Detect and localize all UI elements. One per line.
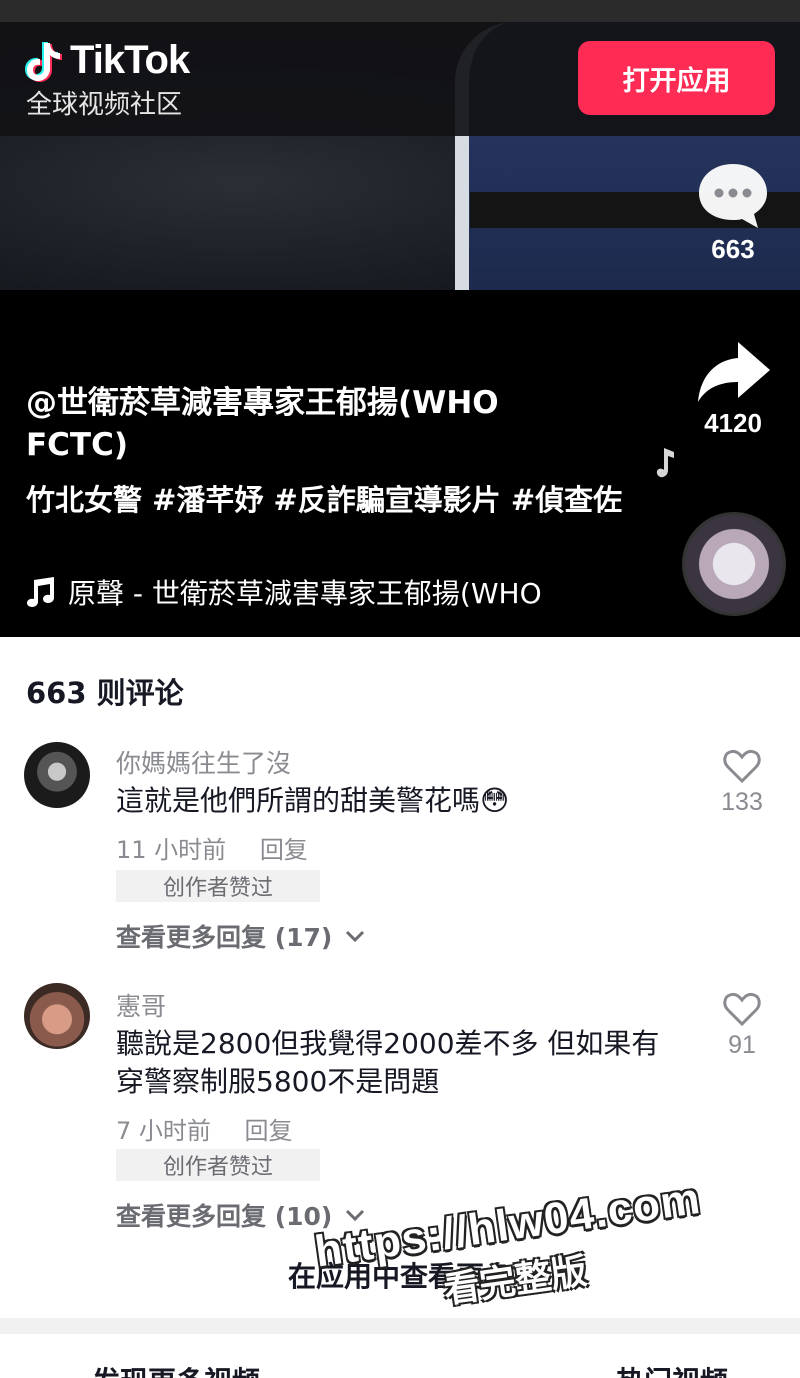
like-count: 91 <box>728 1031 756 1059</box>
heart-icon <box>723 749 761 784</box>
share-button[interactable]: 4120 <box>692 338 774 439</box>
tiktok-logo[interactable]: TikTok <box>24 38 190 83</box>
like-count: 133 <box>721 788 763 816</box>
music-icon <box>27 577 54 607</box>
avatar[interactable] <box>24 742 90 808</box>
comment-count: 663 <box>711 234 755 264</box>
bottom-section-tabs: 发现更多视频 热门视频 <box>0 1360 800 1378</box>
comment-username[interactable]: 你媽媽往生了沒 <box>116 744 291 780</box>
comment-text: 聽說是2800但我覺得2000差不多 但如果有穿警察制服5800不是問題 <box>116 1027 660 1098</box>
comment-time: 11 小时前 <box>116 836 227 864</box>
tiktok-note-icon <box>24 39 64 83</box>
creator-liked-badge: 创作者赞过 <box>116 1149 320 1181</box>
app-banner: TikTok 全球视频社区 打开应用 <box>0 22 800 136</box>
video-author[interactable]: @世衛菸草減害專家王郁揚(WHO FCTC) <box>26 382 586 466</box>
tagline: 全球视频社区 <box>26 90 183 120</box>
comment-text: 這就是他們所謂的甜美警花嗎😳 <box>116 784 510 817</box>
comment-icon <box>699 164 767 228</box>
comment-meta: 7 小时前 回复 <box>116 1111 319 1146</box>
creator-liked-badge: 创作者赞过 <box>116 870 320 902</box>
view-more-label: 查看更多回复 (10) <box>116 1202 333 1231</box>
open-app-button[interactable]: 打开应用 <box>578 41 775 115</box>
section-divider <box>0 1318 800 1334</box>
video-caption: 竹北女警 #潘芊妤 #反詐騙宣導影片 #偵查佐 <box>26 483 623 517</box>
comment-button[interactable]: 663 <box>694 160 772 265</box>
logo-text: TikTok <box>70 38 190 82</box>
like-button[interactable]: 91 <box>706 991 778 1060</box>
music-title: 原聲 - 世衛菸草減害專家王郁揚(WHO <box>68 577 542 610</box>
music-info[interactable]: 原聲 - 世衛菸草減害專家王郁揚(WHO <box>26 572 646 612</box>
view-more-replies[interactable]: 查看更多回复 (17) <box>116 918 366 954</box>
music-disc[interactable] <box>682 512 786 616</box>
chevron-down-icon <box>346 930 365 943</box>
tab-discover-more[interactable]: 发现更多视频 <box>92 1360 260 1378</box>
avatar[interactable] <box>24 983 90 1049</box>
share-icon <box>698 342 770 402</box>
reply-button[interactable]: 回复 <box>260 836 308 864</box>
view-more-label: 查看更多回复 (17) <box>116 923 333 952</box>
comment-time: 7 小时前 <box>116 1117 211 1145</box>
status-strip <box>0 0 800 22</box>
reply-button[interactable]: 回复 <box>245 1117 293 1145</box>
share-count: 4120 <box>704 408 762 438</box>
tab-hot-videos[interactable]: 热门视频 <box>616 1360 728 1378</box>
comment-meta: 11 小时前 回复 <box>116 830 334 865</box>
music-note-icon <box>656 448 674 478</box>
comments-count-header: 663 则评论 <box>26 676 184 710</box>
comment-username[interactable]: 憲哥 <box>116 987 166 1023</box>
like-button[interactable]: 133 <box>706 748 778 817</box>
heart-icon <box>723 992 761 1027</box>
